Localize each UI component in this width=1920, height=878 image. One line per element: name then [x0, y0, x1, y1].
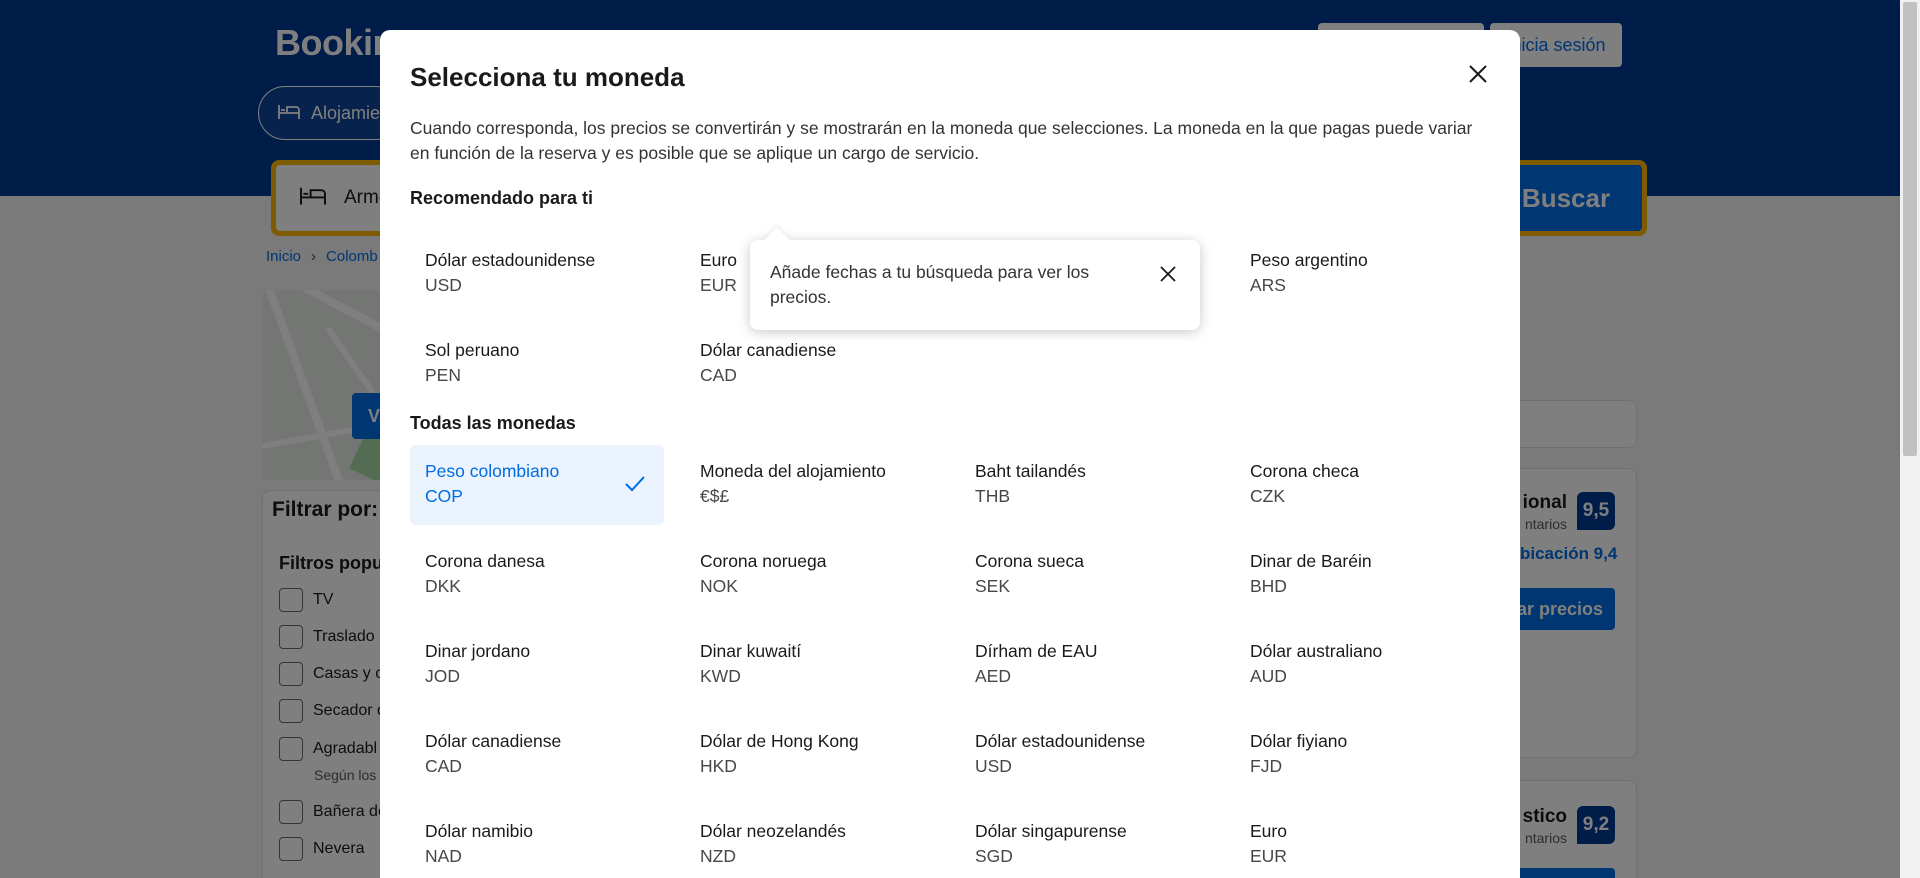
currency-code: USD [975, 756, 1012, 776]
currency-option[interactable]: Corona sueca SEK [960, 535, 1214, 615]
currency-option[interactable]: Moneda del alojamiento €$£ [685, 445, 939, 525]
currency-code: CAD [425, 756, 462, 776]
currency-name: Dírham de EAU [975, 641, 1098, 661]
close-icon [1160, 266, 1176, 282]
currency-option[interactable]: Dólar australiano AUD [1235, 625, 1489, 705]
currency-option-usd[interactable]: Dólar estadounidense USD [410, 234, 664, 314]
currency-name: Euro [1250, 821, 1287, 841]
currency-name: Sol peruano [425, 340, 520, 360]
currency-option[interactable]: Corona danesa DKK [410, 535, 664, 615]
currency-option-cop-selected[interactable]: Peso colombiano COP [410, 445, 664, 525]
currency-option[interactable]: Corona checa CZK [1235, 445, 1489, 525]
check-icon [625, 476, 645, 492]
currency-name: Corona noruega [700, 551, 827, 571]
currency-code: BHD [1250, 576, 1287, 596]
currency-name: Dólar de Hong Kong [700, 731, 859, 751]
currency-option[interactable]: Dólar estadounidense USD [960, 715, 1214, 795]
currency-name: Dólar fiyiano [1250, 731, 1348, 751]
currency-code: NOK [700, 576, 738, 596]
currency-code: CAD [700, 365, 737, 385]
currency-name: Dólar estadounidense [425, 250, 596, 270]
currency-name: Dólar singapurense [975, 821, 1127, 841]
currency-code: AUD [1250, 666, 1287, 686]
currency-option-cad[interactable]: Dólar canadiense CAD [685, 324, 939, 404]
close-tooltip-button[interactable] [1156, 262, 1180, 286]
recommended-heading: Recomendado para ti [410, 188, 594, 208]
currency-name: Corona checa [1250, 461, 1359, 481]
currency-option-pen[interactable]: Sol peruano PEN [410, 324, 664, 404]
currency-option[interactable]: Dólar singapurense SGD [960, 805, 1214, 878]
currency-name: Dólar australiano [1250, 641, 1383, 661]
currency-name: Corona sueca [975, 551, 1084, 571]
currency-option[interactable]: Corona noruega NOK [685, 535, 939, 615]
all-currencies-heading: Todas las monedas [410, 413, 576, 433]
currency-option[interactable]: Dólar neozelandés NZD [685, 805, 939, 878]
currency-code: PEN [425, 365, 461, 385]
currency-code: USD [425, 275, 462, 295]
currency-code: NAD [425, 846, 462, 866]
tooltip-text: Añade fechas a tu búsqueda para ver los … [770, 262, 1090, 307]
currency-option[interactable]: Dinar de Baréin BHD [1235, 535, 1489, 615]
currency-code: FJD [1250, 756, 1283, 776]
currency-code: SEK [975, 576, 1011, 596]
currency-option[interactable]: Dinar jordano JOD [410, 625, 664, 705]
currency-code: €$£ [700, 486, 730, 506]
currency-code: EUR [1250, 846, 1287, 866]
currency-code: CZK [1250, 486, 1285, 506]
currency-option[interactable]: Baht tailandés THB [960, 445, 1214, 525]
currency-option[interactable]: Dólar de Hong Kong HKD [685, 715, 939, 795]
currency-code: KWD [700, 666, 741, 686]
currency-name: Dólar neozelandés [700, 821, 846, 841]
currency-option[interactable]: Dinar kuwaití KWD [685, 625, 939, 705]
currency-name: Dinar de Baréin [1250, 551, 1372, 571]
close-icon [1469, 65, 1487, 83]
currency-option[interactable]: Dírham de EAU AED [960, 625, 1214, 705]
currency-code: SGD [975, 846, 1013, 866]
currency-name: Dinar kuwaití [700, 641, 802, 661]
currency-name: Dólar namibio [425, 821, 533, 841]
currency-code: ARS [1250, 275, 1286, 295]
currency-option[interactable]: Dólar fiyiano FJD [1235, 715, 1489, 795]
currency-option-ars[interactable]: Peso argentino ARS [1235, 234, 1489, 314]
currency-name: Dólar canadiense [425, 731, 562, 751]
currency-code: DKK [425, 576, 461, 596]
currency-code: JOD [425, 666, 460, 686]
modal-description: Cuando corresponda, los precios se conve… [410, 118, 1473, 163]
currency-name: Dólar canadiense [700, 340, 837, 360]
currency-option[interactable]: Dólar canadiense CAD [410, 715, 664, 795]
close-modal-button[interactable] [1464, 60, 1492, 88]
currency-code: HKD [700, 756, 737, 776]
currency-code: NZD [700, 846, 736, 866]
currency-code: AED [975, 666, 1011, 686]
currency-name: Baht tailandés [975, 461, 1086, 481]
scrollbar-thumb[interactable] [1903, 2, 1917, 456]
currency-option[interactable]: Dólar namibio NAD [410, 805, 664, 878]
currency-name: Dólar estadounidense [975, 731, 1146, 751]
currency-option[interactable]: Euro EUR [1235, 805, 1489, 878]
currency-code: THB [975, 486, 1010, 506]
currency-name: Moneda del alojamiento [700, 461, 886, 481]
modal-title: Selecciona tu moneda [410, 62, 685, 92]
currency-name: Corona danesa [425, 551, 545, 571]
currency-name: Dinar jordano [425, 641, 531, 661]
currency-name: Peso argentino [1250, 250, 1368, 270]
